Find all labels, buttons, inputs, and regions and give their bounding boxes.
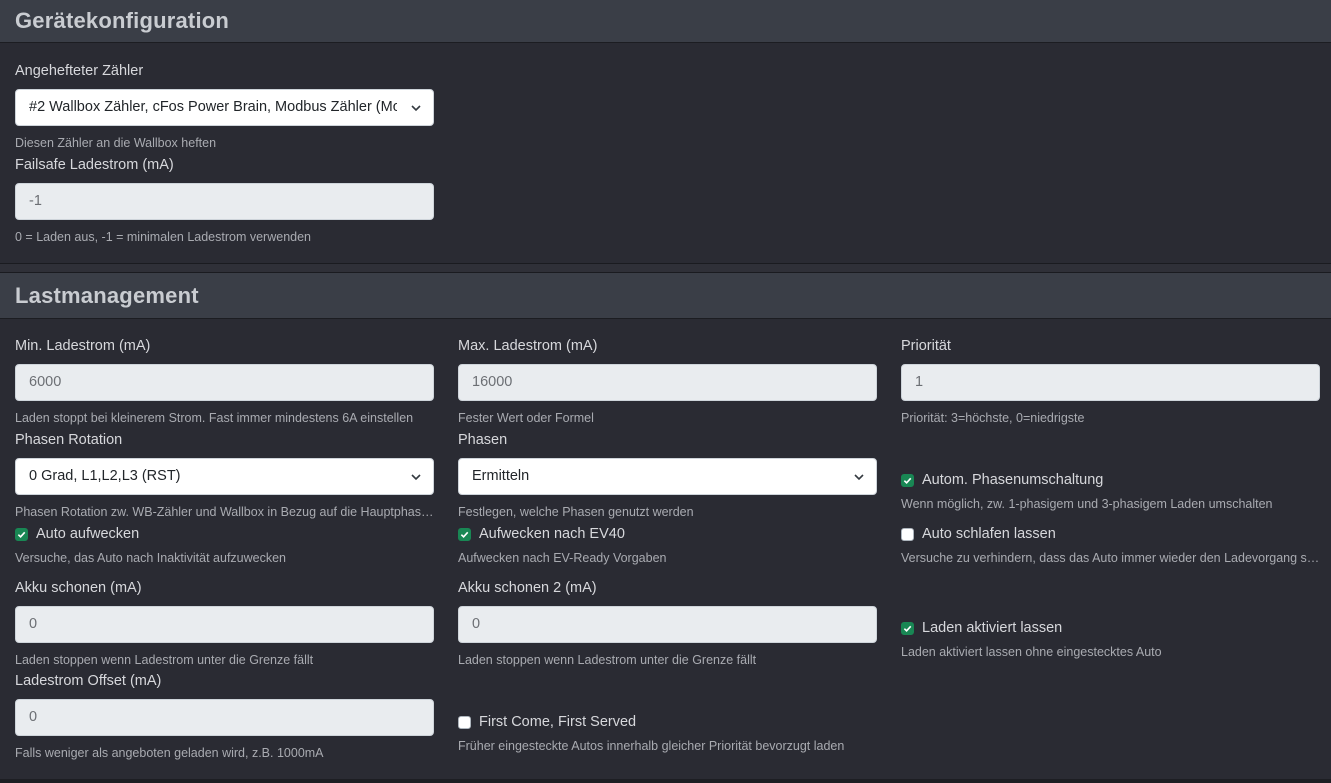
- failsafe-label: Failsafe Ladestrom (mA): [15, 157, 174, 173]
- priority-group: Priorität 1 Priorität: 3=höchste, 0=nied…: [901, 336, 1320, 426]
- chevron-down-icon: [411, 105, 421, 112]
- checkmark-icon: [17, 531, 26, 538]
- priority-label: Priorität: [901, 338, 951, 354]
- offset-label: Ladestrom Offset (mA): [15, 673, 162, 689]
- let-car-sleep-label[interactable]: Auto schlafen lassen: [922, 526, 1056, 542]
- wake-ev40-help: Aufwecken nach EV-Ready Vorgaben: [458, 551, 667, 565]
- wake-ev40-group: Aufwecken nach EV40 Aufwecken nach EV-Re…: [458, 524, 877, 566]
- keep-enabled-label[interactable]: Laden aktiviert lassen: [922, 620, 1062, 636]
- section-title-device-config: Gerätekonfiguration: [15, 8, 230, 33]
- keep-enabled-help: Laden aktiviert lassen ohne eingesteckte…: [901, 645, 1162, 659]
- battery-save-help: Laden stoppen wenn Ladestrom unter die G…: [15, 653, 314, 667]
- battery-save2-label: Akku schonen 2 (mA): [458, 580, 597, 596]
- offset-group: Ladestrom Offset (mA) 0 Falls weniger al…: [15, 671, 434, 761]
- battery-save-label: Akku schonen (mA): [15, 580, 142, 596]
- auto-phase-switch-checkbox[interactable]: [901, 473, 914, 487]
- failsafe-group: Failsafe Ladestrom (mA) -1 0 = Laden aus…: [15, 155, 434, 245]
- attached-meter-value: #2 Wallbox Zähler, cFos Power Brain, Mod…: [29, 99, 397, 115]
- auto-phase-switch-group: Autom. Phasenumschaltung Wenn möglich, z…: [901, 470, 1320, 512]
- max-current-label: Max. Ladestrom (mA): [458, 338, 598, 354]
- priority-input[interactable]: 1: [901, 364, 1320, 401]
- fcfs-checkbox[interactable]: [458, 715, 471, 729]
- battery-save2-input[interactable]: 0: [458, 606, 877, 643]
- fcfs-label[interactable]: First Come, First Served: [479, 714, 636, 730]
- attached-meter-label: Angehefteter Zähler: [15, 63, 144, 79]
- phase-rotation-label: Phasen Rotation: [15, 432, 123, 448]
- max-current-help: Fester Wert oder Formel: [458, 411, 594, 425]
- phase-rotation-group: Phasen Rotation 0 Grad, L1,L2,L3 (RST) P…: [15, 430, 434, 520]
- offset-help: Falls weniger als angeboten geladen wird…: [15, 746, 324, 760]
- auto-phase-switch-help: Wenn möglich, zw. 1-phasigem und 3-phasi…: [901, 497, 1273, 511]
- fcfs-help: Früher eingesteckte Autos innerhalb glei…: [458, 739, 845, 753]
- section-header-device-config: Gerätekonfiguration: [0, 0, 1331, 43]
- wake-car-label[interactable]: Auto aufwecken: [36, 526, 139, 542]
- wake-ev40-label[interactable]: Aufwecken nach EV40: [479, 526, 625, 542]
- phases-label: Phasen: [458, 432, 508, 448]
- phases-select[interactable]: Ermitteln: [458, 458, 877, 495]
- chevron-down-icon: [411, 474, 421, 481]
- max-current-input[interactable]: 16000: [458, 364, 877, 401]
- checkmark-icon: [460, 531, 469, 538]
- battery-save2-group: Akku schonen 2 (mA) 0 Laden stoppen wenn…: [458, 578, 877, 668]
- attached-meter-group: Angehefteter Zähler #2 Wallbox Zähler, c…: [15, 61, 434, 151]
- wake-ev40-checkbox[interactable]: [458, 527, 471, 541]
- attached-meter-help: Diesen Zähler an die Wallbox heften: [15, 136, 217, 150]
- failsafe-help: 0 = Laden aus, -1 = minimalen Ladestrom …: [15, 230, 312, 244]
- let-car-sleep-checkbox[interactable]: [901, 527, 914, 541]
- let-car-sleep-group: Auto schlafen lassen Versuche zu verhind…: [901, 524, 1320, 566]
- checkmark-icon: [903, 477, 912, 484]
- priority-help: Priorität: 3=höchste, 0=niedrigste: [901, 411, 1085, 425]
- battery-save-group: Akku schonen (mA) 0 Laden stoppen wenn L…: [15, 578, 434, 668]
- chevron-down-icon: [854, 474, 864, 481]
- phase-rotation-help: Phasen Rotation zw. WB-Zähler und Wallbo…: [15, 505, 434, 519]
- offset-input[interactable]: 0: [15, 699, 434, 736]
- min-current-group: Min. Ladestrom (mA) 6000 Laden stoppt be…: [15, 336, 434, 426]
- wake-car-help: Versuche, das Auto nach Inaktivität aufz…: [15, 551, 287, 565]
- wake-car-checkbox[interactable]: [15, 527, 28, 541]
- phase-rotation-select[interactable]: 0 Grad, L1,L2,L3 (RST): [15, 458, 434, 495]
- phases-group: Phasen Ermitteln Festlegen, welche Phase…: [458, 430, 877, 520]
- battery-save2-help: Laden stoppen wenn Ladestrom unter die G…: [458, 653, 757, 667]
- keep-enabled-checkbox[interactable]: [901, 621, 914, 635]
- section-header-load-mgmt: Lastmanagement: [0, 273, 1331, 319]
- phases-help: Festlegen, welche Phasen genutzt werden: [458, 505, 694, 519]
- min-current-label: Min. Ladestrom (mA): [15, 338, 151, 354]
- min-current-input[interactable]: 6000: [15, 364, 434, 401]
- let-car-sleep-help: Versuche zu verhindern, dass das Auto im…: [901, 551, 1320, 565]
- phases-value: Ermitteln: [472, 468, 530, 484]
- max-current-group: Max. Ladestrom (mA) 16000 Fester Wert od…: [458, 336, 877, 426]
- fcfs-group: First Come, First Served Früher eingeste…: [458, 712, 877, 754]
- auto-phase-switch-label[interactable]: Autom. Phasenumschaltung: [922, 472, 1103, 488]
- section-divider: [0, 263, 1331, 273]
- section-title-load-mgmt: Lastmanagement: [15, 282, 199, 308]
- checkmark-icon: [903, 625, 912, 632]
- battery-save-input[interactable]: 0: [15, 606, 434, 643]
- wake-car-group: Auto aufwecken Versuche, das Auto nach I…: [15, 524, 434, 566]
- failsafe-input[interactable]: -1: [15, 183, 434, 220]
- bottom-divider: [0, 779, 1331, 783]
- phase-rotation-value: 0 Grad, L1,L2,L3 (RST): [29, 468, 181, 484]
- min-current-help: Laden stoppt bei kleinerem Strom. Fast i…: [15, 411, 414, 425]
- attached-meter-select[interactable]: #2 Wallbox Zähler, cFos Power Brain, Mod…: [15, 89, 434, 126]
- keep-enabled-group: Laden aktiviert lassen Laden aktiviert l…: [901, 618, 1320, 660]
